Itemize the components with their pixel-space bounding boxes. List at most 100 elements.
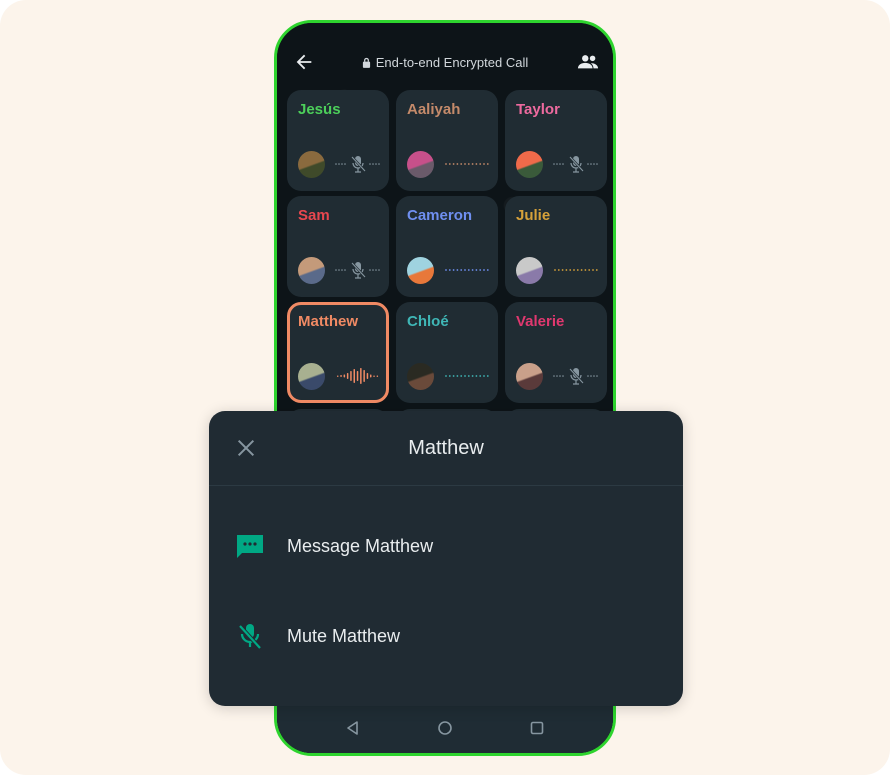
- people-icon: [577, 55, 599, 69]
- waveform-bar: [366, 373, 369, 379]
- participant-name: Aaliyah: [407, 101, 461, 118]
- dot: [464, 375, 466, 377]
- dot: [335, 269, 337, 271]
- dot: [471, 269, 474, 271]
- dot: [557, 269, 560, 271]
- dot: [593, 375, 595, 377]
- dot: [369, 269, 371, 271]
- waveform-bar: [363, 370, 365, 382]
- dot: [562, 375, 564, 377]
- audio-idle-indicator: [445, 163, 489, 165]
- participant-grid: Jesús Aaliyah Taylor Sam Cameron Julie Matthew…: [287, 90, 609, 403]
- dot: [554, 269, 556, 271]
- dot: [448, 269, 451, 271]
- message-participant-button[interactable]: Message Matthew: [209, 516, 683, 576]
- mute-participant-button[interactable]: Mute Matthew: [209, 606, 683, 666]
- dot: [569, 269, 572, 271]
- system-nav-bar: [277, 703, 613, 753]
- dot: [456, 269, 459, 271]
- call-header: End-to-end Encrypted Call: [277, 23, 613, 87]
- dot: [338, 163, 340, 165]
- lock-icon: [362, 57, 370, 68]
- dot: [452, 375, 455, 377]
- participant-name: Sam: [298, 207, 330, 224]
- participant-tile[interactable]: Valerie: [505, 302, 607, 403]
- participant-name: Valerie: [516, 313, 565, 330]
- mic-off-icon: [569, 156, 584, 173]
- dot: [378, 163, 380, 165]
- dot: [344, 269, 346, 271]
- sheet-header: Matthew: [209, 411, 683, 486]
- dot: [588, 269, 591, 271]
- dot: [467, 375, 470, 377]
- avatar: [407, 363, 434, 390]
- participant-tile[interactable]: Matthew: [287, 302, 389, 403]
- dot: [593, 163, 595, 165]
- dot: [580, 269, 583, 271]
- dot: [475, 375, 478, 377]
- dot: [456, 163, 459, 165]
- dot: [483, 375, 485, 377]
- dot: [479, 375, 482, 377]
- audio-idle-indicator: [445, 269, 489, 271]
- participant-tile[interactable]: Taylor: [505, 90, 607, 191]
- mic-muted-indicator: [553, 156, 598, 173]
- waveform-bar: [343, 374, 346, 378]
- dot: [559, 163, 561, 165]
- dot: [479, 163, 482, 165]
- dot: [587, 163, 589, 165]
- dot: [341, 163, 343, 165]
- dot: [559, 375, 561, 377]
- dot: [483, 269, 485, 271]
- participant-name: Jesús: [298, 101, 341, 118]
- avatar: [516, 257, 543, 284]
- dot: [556, 375, 558, 377]
- dot: [587, 375, 589, 377]
- dot: [562, 163, 564, 165]
- dot: [561, 269, 564, 271]
- mic-muted-indicator: [553, 368, 598, 385]
- dot: [486, 375, 489, 377]
- avatar: [298, 363, 325, 390]
- dot: [576, 269, 579, 271]
- dot: [553, 375, 555, 377]
- waveform-bar: [360, 368, 362, 384]
- participant-name: Julie: [516, 207, 551, 224]
- dot: [479, 269, 482, 271]
- dot: [592, 269, 594, 271]
- participant-tile[interactable]: Cameron: [396, 196, 498, 297]
- dot: [375, 269, 377, 271]
- dot: [456, 375, 459, 377]
- participant-name: Chloé: [407, 313, 449, 330]
- participant-tile[interactable]: Sam: [287, 196, 389, 297]
- nav-recents-icon[interactable]: [529, 720, 545, 736]
- participant-tile[interactable]: Jesús: [287, 90, 389, 191]
- dot: [565, 269, 568, 271]
- participant-name: Matthew: [298, 313, 358, 330]
- dot: [378, 269, 380, 271]
- dot: [448, 163, 451, 165]
- nav-back-icon[interactable]: [345, 720, 361, 736]
- dot: [595, 269, 598, 271]
- mic-off-icon: [238, 624, 262, 650]
- participant-tile[interactable]: Julie: [505, 196, 607, 297]
- dot: [467, 163, 470, 165]
- call-title-text: End-to-end Encrypted Call: [375, 55, 529, 70]
- dot: [464, 163, 466, 165]
- sheet-title: Matthew: [408, 437, 484, 459]
- waveform-bar: [346, 373, 349, 379]
- dot: [573, 269, 575, 271]
- dot: [464, 269, 466, 271]
- participant-tile[interactable]: Aaliyah: [396, 90, 498, 191]
- dot: [445, 163, 447, 165]
- speaking-waveform-icon: [337, 368, 379, 384]
- dot: [452, 163, 455, 165]
- nav-home-icon[interactable]: [437, 720, 453, 736]
- dot: [445, 375, 447, 377]
- avatar: [407, 257, 434, 284]
- mute-participant-label: Mute Matthew: [287, 625, 401, 646]
- dot: [471, 163, 474, 165]
- participant-tile[interactable]: Chloé: [396, 302, 498, 403]
- dot: [372, 163, 374, 165]
- participants-button[interactable]: [577, 53, 599, 71]
